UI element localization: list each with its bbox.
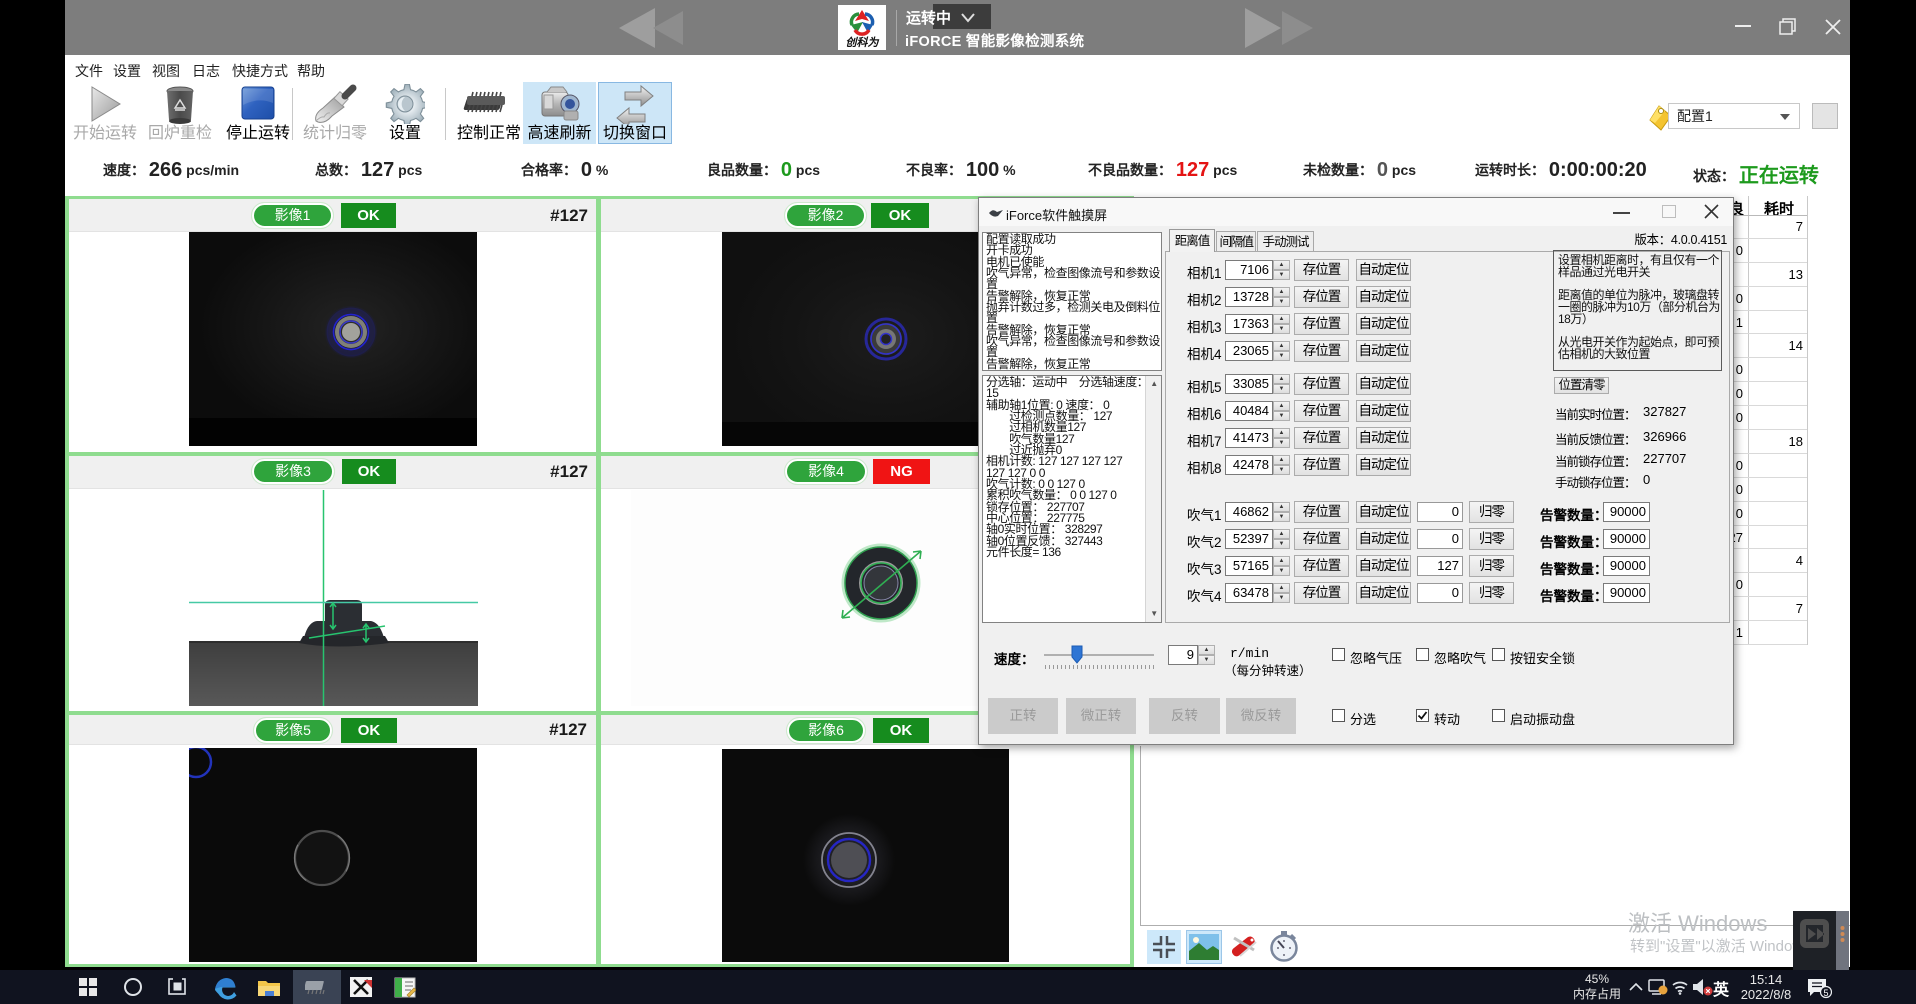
svg-text:5: 5 — [1823, 988, 1828, 998]
svg-text:创科为: 创科为 — [846, 36, 880, 49]
